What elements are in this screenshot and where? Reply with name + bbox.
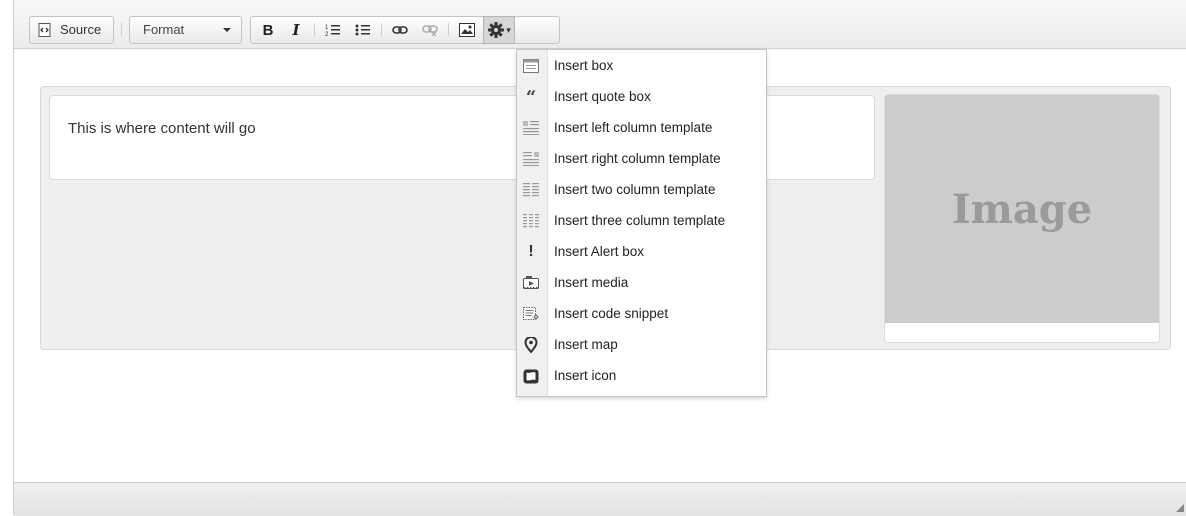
chevron-down-icon xyxy=(223,28,231,32)
editor-status-bar xyxy=(14,482,1186,516)
menu-item-insert-icon[interactable]: Insert icon xyxy=(517,360,766,391)
toolbar-separator xyxy=(381,23,382,37)
link-button[interactable] xyxy=(388,17,412,43)
toolbar-separator xyxy=(448,23,449,37)
two-column-icon xyxy=(523,182,539,198)
bulleted-list-button[interactable] xyxy=(351,17,375,43)
unlink-button[interactable] xyxy=(418,17,442,43)
insert-icon-icon xyxy=(523,368,539,384)
menu-item-label: Insert box xyxy=(554,58,614,73)
menu-item-label: Insert media xyxy=(554,275,629,290)
menu-item-label: Insert code snippet xyxy=(554,306,669,321)
menu-item-insert-box[interactable]: Insert box xyxy=(517,50,766,81)
image-placeholder: Image xyxy=(885,95,1159,323)
menu-item-insert-alert-box[interactable]: ! Insert Alert box xyxy=(517,236,766,267)
bulleted-list-icon xyxy=(355,24,370,36)
image-placeholder-label: Image xyxy=(951,185,1093,233)
bold-button[interactable]: B xyxy=(256,17,280,43)
italic-button[interactable]: I xyxy=(284,17,308,43)
alert-icon: ! xyxy=(528,243,534,260)
source-icon xyxy=(38,23,52,40)
content-text: This is where content will go xyxy=(68,120,256,137)
image-button[interactable] xyxy=(455,17,479,43)
svg-text:1: 1 xyxy=(325,25,329,31)
menu-item-insert-code-snippet[interactable]: Insert code snippet xyxy=(517,298,766,329)
image-icon xyxy=(459,23,475,37)
menu-item-label: Insert three column template xyxy=(554,213,726,228)
menu-item-insert-quote-box[interactable]: “ Insert quote box xyxy=(517,81,766,112)
resize-handle-icon[interactable] xyxy=(1176,504,1184,512)
source-button[interactable]: Source xyxy=(29,16,114,44)
unlink-icon xyxy=(422,25,438,36)
map-pin-icon xyxy=(523,337,539,353)
menu-item-label: Insert left column template xyxy=(554,120,713,135)
chevron-down-icon: ▾ xyxy=(506,24,511,35)
bold-icon: B xyxy=(262,21,274,39)
toolbar-separator xyxy=(314,23,315,37)
menu-item-insert-media[interactable]: Insert media xyxy=(517,267,766,298)
menu-item-insert-two-column[interactable]: Insert two column template xyxy=(517,174,766,205)
three-column-icon xyxy=(523,213,539,229)
format-dropdown[interactable]: Format xyxy=(129,16,242,44)
toolbar-separator xyxy=(121,22,122,36)
menu-item-label: Insert icon xyxy=(554,368,617,383)
toolbar: Source Format B I 12 ▾ xyxy=(14,0,1186,49)
italic-icon: I xyxy=(292,21,300,39)
menu-item-label: Insert right column template xyxy=(554,151,721,166)
gear-icon xyxy=(488,22,505,38)
left-column-icon xyxy=(523,120,539,136)
insert-dropdown-menu: Insert box “ Insert quote box Insert lef… xyxy=(516,49,767,397)
quote-icon: “ xyxy=(525,86,537,108)
code-snippet-icon xyxy=(523,306,539,322)
menu-item-label: Insert Alert box xyxy=(554,244,645,259)
right-column-icon xyxy=(523,151,539,167)
menu-item-insert-left-column[interactable]: Insert left column template xyxy=(517,112,766,143)
numbered-list-icon: 12 xyxy=(325,25,340,37)
menu-item-label: Insert two column template xyxy=(554,182,716,197)
format-label: Format xyxy=(143,22,185,37)
source-label: Source xyxy=(60,22,102,37)
image-placeholder-box[interactable]: Image xyxy=(884,94,1160,343)
menu-item-insert-right-column[interactable]: Insert right column template xyxy=(517,143,766,174)
svg-text:2: 2 xyxy=(325,32,329,37)
menu-item-label: Insert quote box xyxy=(554,89,651,104)
menu-item-label: Insert map xyxy=(554,337,618,352)
menu-item-insert-map[interactable]: Insert map xyxy=(517,329,766,360)
box-icon xyxy=(523,58,539,74)
menu-item-insert-three-column[interactable]: Insert three column template xyxy=(517,205,766,236)
media-icon xyxy=(523,275,539,291)
formatting-button-group: B I 12 ▾ xyxy=(250,16,560,44)
numbered-list-button[interactable]: 12 xyxy=(321,17,345,43)
link-icon xyxy=(392,26,408,34)
plugins-dropdown-button[interactable]: ▾ xyxy=(483,16,515,44)
